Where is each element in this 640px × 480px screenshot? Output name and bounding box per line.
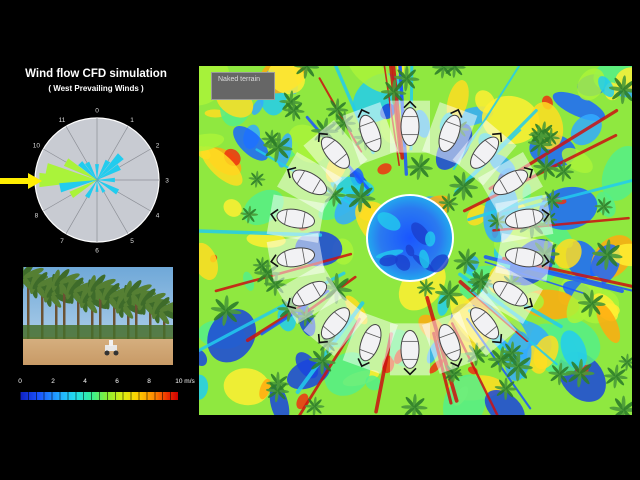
rose-label: 8 (35, 213, 39, 220)
chart-subtitle: ( West Prevailing Winds ) (48, 84, 144, 93)
cfd-field (199, 66, 632, 415)
colorbar-label-0: 0 (18, 378, 22, 385)
colorbar-label-2: 2 (51, 378, 55, 385)
rose-label: 4 (156, 213, 160, 220)
velocity-colorbar (20, 392, 178, 400)
rose-label: 2 (156, 143, 160, 150)
wind-rose: 01234567891011 (0, 108, 169, 255)
colorbar-label-10: 10 m/s (175, 378, 195, 385)
palm-undergrowth (23, 325, 173, 339)
naked-terrain-label: Naked terrain (211, 72, 275, 100)
chart-title: Wind flow CFD simulation (25, 68, 167, 80)
housing-unit (390, 323, 430, 376)
colorbar-label-4: 4 (83, 378, 87, 385)
colorbar-label-8: 8 (147, 378, 151, 385)
housing-unit (390, 100, 430, 153)
rose-label: 0 (95, 108, 99, 115)
colorbar-labels: 0 2 4 6 8 10 m/s (17, 378, 195, 390)
rose-label: 1 (130, 117, 134, 124)
rose-label: 7 (60, 238, 64, 245)
colorbar-label-6: 6 (115, 378, 119, 385)
rose-label: 10 (33, 143, 41, 150)
date-palm-photo (23, 267, 173, 365)
rose-label: 5 (130, 238, 134, 245)
rose-label: 3 (165, 178, 169, 185)
rose-label: 11 (59, 117, 66, 124)
rose-label: 6 (95, 248, 99, 255)
